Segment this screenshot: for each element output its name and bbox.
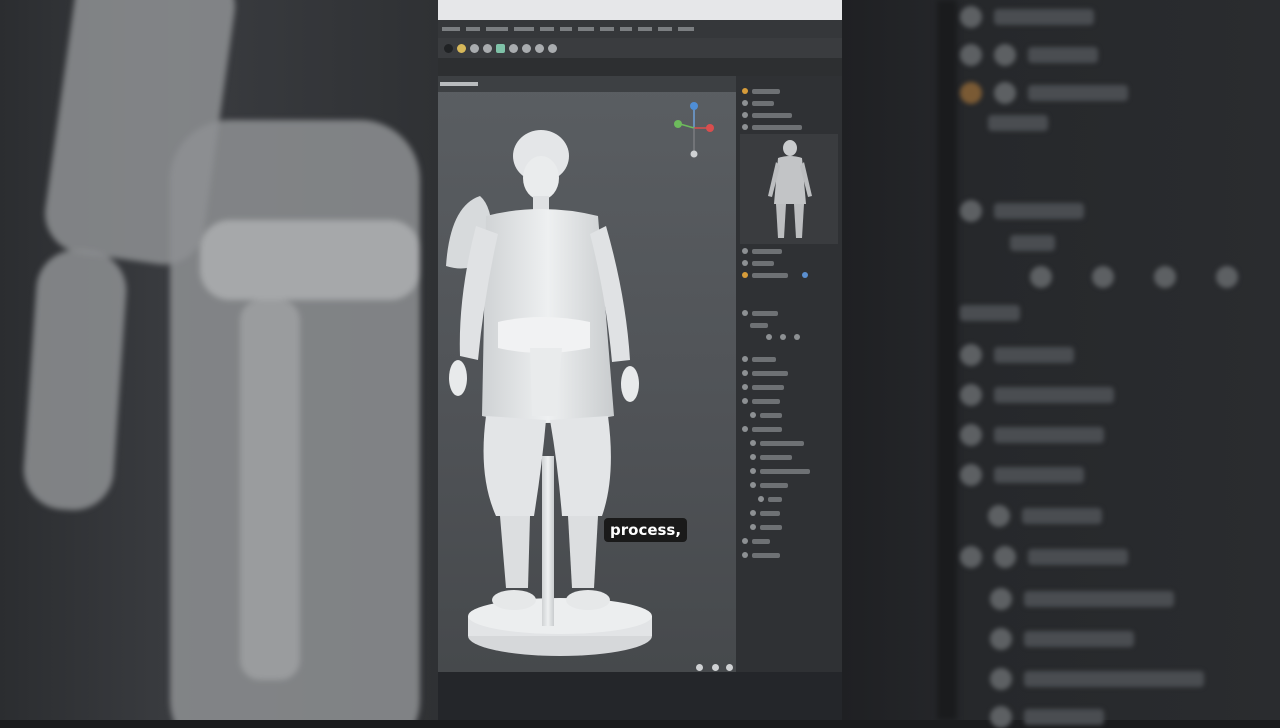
tool-icon[interactable] <box>535 43 544 53</box>
thumbnail-preview <box>740 134 838 244</box>
toolbar <box>438 38 842 58</box>
video-caption: process, <box>604 518 688 542</box>
tool-icon[interactable] <box>496 43 505 53</box>
sculpting-app-screen <box>438 0 842 720</box>
window-titlebar <box>438 0 842 20</box>
thumbnail-figure <box>768 140 812 238</box>
menu-bar <box>438 20 842 38</box>
viewport-tab <box>438 76 736 92</box>
tool-icon[interactable] <box>483 43 492 53</box>
bottom-status-bar <box>438 664 842 720</box>
tool-icon[interactable] <box>522 43 531 53</box>
tool-icon[interactable] <box>457 43 466 53</box>
right-side-panel <box>736 76 842 672</box>
character-sculpt[interactable] <box>438 116 736 672</box>
tool-icon[interactable] <box>444 43 453 53</box>
left-blurred-background <box>0 0 438 720</box>
tool-icon[interactable] <box>509 43 518 53</box>
3d-viewport[interactable] <box>438 76 736 672</box>
tool-icon[interactable] <box>548 43 557 53</box>
tool-icon[interactable] <box>470 43 479 53</box>
